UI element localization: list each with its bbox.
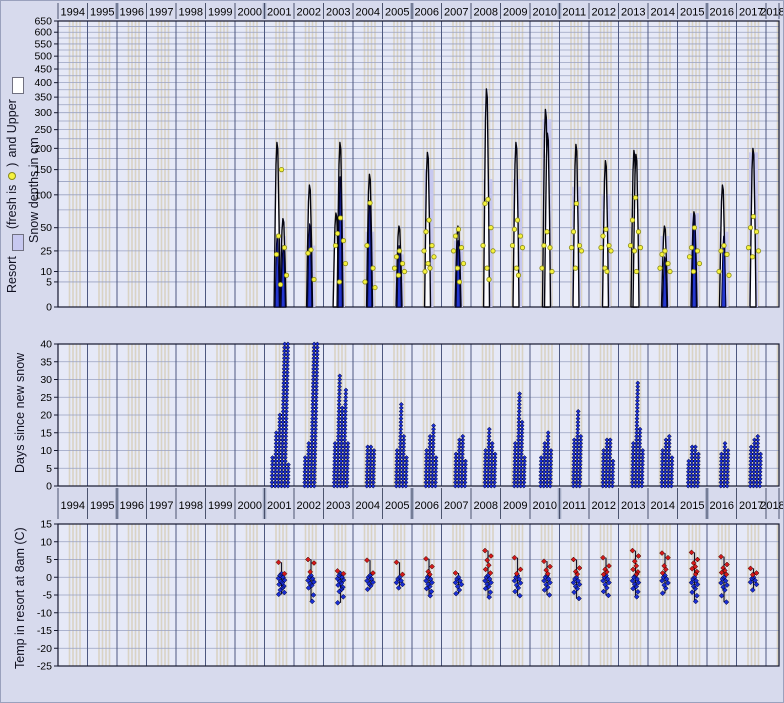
y-tick-label: 25	[40, 392, 52, 404]
year-label: 2000	[238, 500, 262, 512]
year-label: 2007	[444, 500, 468, 512]
year-label: 1998	[179, 500, 203, 512]
y-tick-label: 550	[34, 38, 52, 50]
year-label: 2014	[651, 7, 675, 19]
year-label: 2012	[592, 500, 616, 512]
year-label: 1994	[61, 7, 85, 19]
year-label: 1998	[179, 7, 203, 19]
chart-canvas: 1994199519961997199819992000200120022003…	[1, 1, 784, 703]
y-tick-label: 300	[34, 107, 52, 119]
year-label: 2006	[415, 7, 439, 19]
year-label: 1999	[208, 500, 232, 512]
year-label: 2005	[385, 500, 409, 512]
year-label: 2008	[474, 7, 498, 19]
y-tick-label: 0	[46, 572, 52, 584]
year-label: 2001	[267, 500, 291, 512]
y-tick-label: 650	[34, 16, 52, 28]
y-tick-label: 200	[34, 143, 52, 155]
year-label: 2016	[710, 7, 734, 19]
y-tick-label: -15	[37, 625, 52, 637]
y-tick-label: -20	[37, 643, 52, 655]
year-label: 2014	[651, 500, 675, 512]
y-tick-label: 10	[40, 536, 52, 548]
year-label: 2003	[326, 500, 350, 512]
year-label: 2007	[444, 7, 468, 19]
y-tick-label: 0	[46, 481, 52, 493]
year-label: 2015	[680, 500, 704, 512]
year-label: 1996	[120, 500, 144, 512]
y-tick-label: 350	[34, 92, 52, 104]
year-label: 2018	[760, 500, 784, 512]
year-label: 1999	[208, 7, 232, 19]
year-label: 1997	[149, 500, 173, 512]
y-tick-label: 5	[46, 276, 52, 288]
year-label: 2002	[297, 500, 321, 512]
y-tick-label: 250	[34, 124, 52, 136]
y-tick-label: 10	[40, 266, 52, 278]
y-tick-label: -5	[43, 590, 52, 602]
y-tick-label: 0	[46, 302, 52, 314]
year-label: 2008	[474, 500, 498, 512]
y-tick-label: 400	[34, 77, 52, 89]
year-label: 1997	[149, 7, 173, 19]
y-tick-label: -10	[37, 607, 52, 619]
y-tick-label: 35	[40, 356, 52, 368]
year-label: 1994	[61, 500, 85, 512]
year-label: 2013	[621, 500, 645, 512]
year-label: 2002	[297, 7, 321, 19]
year-label: 1995	[90, 500, 114, 512]
y-tick-label: 500	[34, 51, 52, 63]
y-tick-label: 450	[34, 64, 52, 76]
y-tick-label: 20	[40, 410, 52, 422]
y-tick-label: 10	[40, 445, 52, 457]
year-label: 2005	[385, 7, 409, 19]
year-label: 2010	[533, 7, 557, 19]
y-tick-label: 600	[34, 27, 52, 39]
snow-history-chart: Resort (fresh is ) and Upper Snow depths…	[0, 0, 784, 703]
year-label: 2009	[503, 7, 527, 19]
y-tick-label: 25	[40, 245, 52, 257]
y-tick-label: 50	[40, 222, 52, 234]
year-label: 2016	[710, 500, 734, 512]
year-label: 2015	[680, 7, 704, 19]
year-label: 2010	[533, 500, 557, 512]
year-label: 1995	[90, 7, 114, 19]
year-label: 2009	[503, 500, 527, 512]
y-tick-label: 15	[40, 519, 52, 531]
year-label: 1996	[120, 7, 144, 19]
year-label: 2018	[760, 7, 784, 19]
y-tick-label: -25	[37, 661, 52, 673]
y-tick-label: 5	[46, 554, 52, 566]
year-label: 2012	[592, 7, 616, 19]
year-label: 2001	[267, 7, 291, 19]
year-label: 2004	[356, 500, 380, 512]
year-label: 2013	[621, 7, 645, 19]
y-tick-label: 40	[40, 339, 52, 351]
y-tick-label: 150	[34, 164, 52, 176]
year-label: 2011	[562, 7, 586, 19]
y-tick-label: 30	[40, 374, 52, 386]
year-label: 2003	[326, 7, 350, 19]
y-tick-label: 15	[40, 427, 52, 439]
year-label: 2004	[356, 7, 380, 19]
year-label: 2000	[238, 7, 262, 19]
y-tick-label: 5	[46, 463, 52, 475]
year-label: 2011	[562, 500, 586, 512]
year-label: 2006	[415, 500, 439, 512]
y-tick-label: 100	[34, 189, 52, 201]
